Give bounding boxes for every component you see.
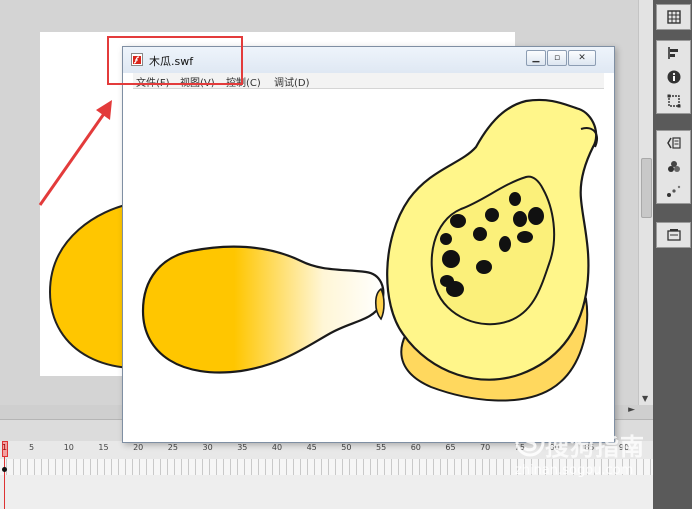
- playhead-frame-number: 1: [2, 443, 8, 452]
- ruler-tick-label: 30: [202, 443, 213, 452]
- minimize-button[interactable]: ▁: [526, 50, 546, 66]
- ruler-tick-label: 55: [376, 443, 387, 452]
- ruler-tick-label: 60: [410, 443, 421, 452]
- sogou-logo: [515, 427, 545, 457]
- ruler-tick-label: 35: [237, 443, 248, 452]
- ruler-tick-label: 40: [271, 443, 283, 452]
- title-highlight-box: [107, 36, 243, 85]
- ruler-tick-label: 20: [133, 443, 144, 452]
- playhead[interactable]: 1: [2, 441, 8, 509]
- panel-group-3: [656, 130, 691, 204]
- ruler-tick-label: 5: [29, 443, 35, 452]
- swf-preview-window[interactable]: 木瓜.swf ▁ ▫ ✕ 文件(F) 视图(V) 控制(C) 调试(D): [122, 46, 615, 443]
- library-icon[interactable]: [657, 223, 690, 247]
- ruler-tick-label: 70: [480, 443, 491, 452]
- panel-group-2: [656, 40, 691, 114]
- ruler-tick-label: 25: [167, 443, 178, 452]
- watermark-sub-text: zhinan.sogou.com: [515, 463, 634, 478]
- maximize-icon: ▫: [553, 53, 561, 63]
- maximize-button[interactable]: ▫: [547, 50, 567, 66]
- watermark-main-text: 搜狗指南: [545, 433, 645, 461]
- timeline-scroll-right-icon[interactable]: ►: [628, 405, 635, 415]
- panel-group-1: [656, 4, 691, 30]
- grid-icon[interactable]: [657, 5, 690, 29]
- ruler-tick-label: 50: [341, 443, 352, 452]
- menu-debug[interactable]: 调试(D): [274, 74, 310, 89]
- ruler-tick-label: 45: [306, 443, 317, 452]
- motion-icon[interactable]: [657, 179, 690, 203]
- keyframe-dot: [2, 467, 7, 472]
- ruler-tick-label: 10: [63, 443, 74, 452]
- papaya-artwork: [141, 98, 599, 402]
- minimize-icon: ▁: [532, 53, 540, 63]
- papaya-whole-tip: [374, 287, 385, 321]
- info-icon[interactable]: [657, 65, 690, 89]
- panel-group-4: [656, 222, 691, 248]
- close-button[interactable]: ✕: [568, 50, 596, 66]
- ruler-tick-label: 65: [445, 443, 456, 452]
- scroll-down-arrow-icon[interactable]: ▼: [642, 394, 648, 403]
- stage-vertical-scrollbar[interactable]: ▼: [638, 0, 653, 405]
- ruler-tick-label: 15: [98, 443, 109, 452]
- scrollbar-thumb[interactable]: [641, 158, 652, 218]
- transform-icon[interactable]: [657, 89, 690, 113]
- close-icon: ✕: [578, 53, 586, 63]
- swf-content-area[interactable]: [131, 89, 605, 434]
- papaya-whole: [141, 245, 385, 374]
- align-icon[interactable]: [657, 41, 690, 65]
- code-icon[interactable]: [657, 131, 690, 155]
- annotation-arrow: [38, 100, 112, 206]
- components-icon[interactable]: [657, 155, 690, 179]
- watermark: 搜狗指南 zhinan.sogou.com: [515, 425, 685, 485]
